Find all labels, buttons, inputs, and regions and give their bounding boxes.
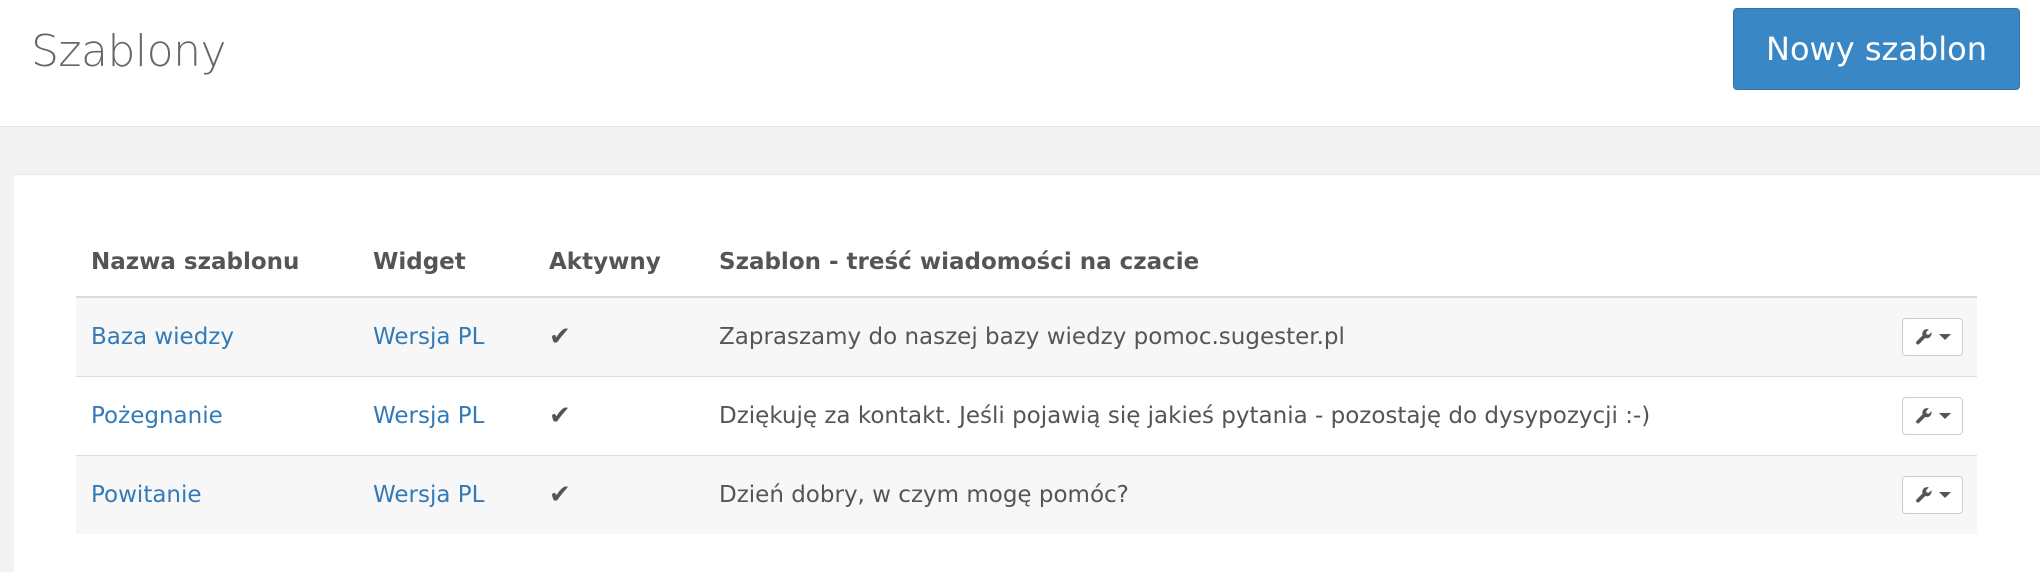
active-cell: ✔ [534,375,704,455]
table-row: Pożegnanie Wersja PL ✔ Dziękuję za konta… [76,375,1977,455]
actions-cell [1887,454,1977,534]
template-name-link[interactable]: Pożegnanie [91,403,223,429]
wrench-icon [1915,486,1932,503]
column-header-widget: Widget [358,227,534,298]
widget-cell: Wersja PL [358,296,534,376]
row-actions-dropdown-button[interactable] [1902,396,1963,435]
templates-table: Nazwa szablonu Widget Aktywny Szablon - … [76,227,1977,534]
page-header: Szablony Nowy szablon [0,0,2040,127]
template-name-cell: Powitanie [76,454,358,534]
template-content: Zapraszamy do naszej bazy wiedzy pomoc.s… [704,296,1887,376]
row-actions-dropdown-button[interactable] [1902,475,1963,514]
checkmark-icon: ✔ [549,400,571,431]
widget-link[interactable]: Wersja PL [373,403,484,429]
caret-down-icon [1938,333,1951,340]
actions-cell [1887,296,1977,376]
templates-panel: Nazwa szablonu Widget Aktywny Szablon - … [14,174,2040,572]
template-content: Dziękuję za kontakt. Jeśli pojawią się j… [704,375,1887,455]
column-header-active: Aktywny [534,227,704,298]
widget-link[interactable]: Wersja PL [373,324,484,350]
active-cell: ✔ [534,296,704,376]
widget-link[interactable]: Wersja PL [373,482,484,508]
caret-down-icon [1938,412,1951,419]
column-header-content: Szablon - treść wiadomości na czacie [704,227,1887,298]
wrench-icon [1915,407,1932,424]
page-title: Szablony [31,26,227,77]
template-name-cell: Pożegnanie [76,375,358,455]
template-content: Dzień dobry, w czym mogę pomóc? [704,454,1887,534]
row-actions-dropdown-button[interactable] [1902,317,1963,356]
table-header-row: Nazwa szablonu Widget Aktywny Szablon - … [76,227,1977,298]
checkmark-icon: ✔ [549,321,571,352]
template-name-cell: Baza wiedzy [76,296,358,376]
column-header-name: Nazwa szablonu [76,227,358,298]
checkmark-icon: ✔ [549,479,571,510]
template-name-link[interactable]: Powitanie [91,482,202,508]
actions-cell [1887,375,1977,455]
column-header-actions [1887,227,1977,298]
table-row: Baza wiedzy Wersja PL ✔ Zapraszamy do na… [76,296,1977,376]
wrench-icon [1915,328,1932,345]
template-name-link[interactable]: Baza wiedzy [91,324,234,350]
widget-cell: Wersja PL [358,454,534,534]
widget-cell: Wersja PL [358,375,534,455]
caret-down-icon [1938,491,1951,498]
new-template-button[interactable]: Nowy szablon [1733,8,2020,90]
table-row: Powitanie Wersja PL ✔ Dzień dobry, w czy… [76,454,1977,534]
active-cell: ✔ [534,454,704,534]
